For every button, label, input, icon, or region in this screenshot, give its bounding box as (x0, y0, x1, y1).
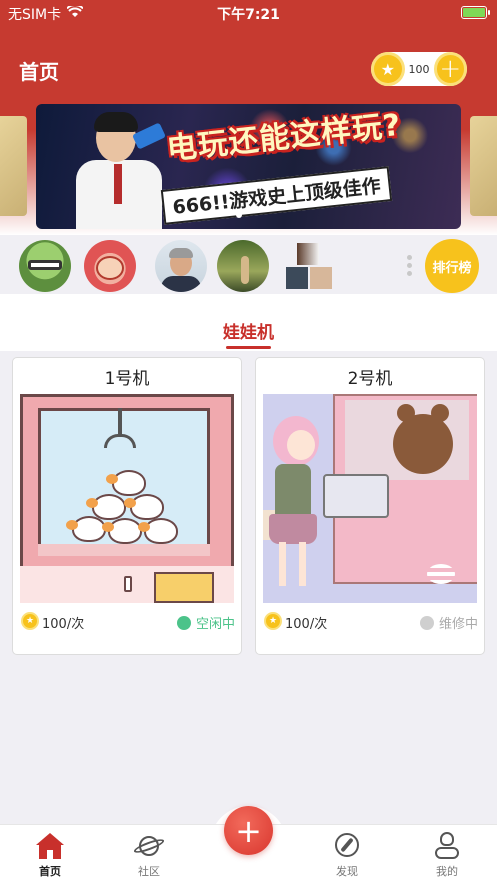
banner-next-peek[interactable] (470, 116, 497, 216)
tab-home[interactable]: 首页 (20, 831, 80, 879)
tab-community-label: 社区 (138, 865, 160, 878)
player-avatar[interactable] (217, 240, 269, 292)
player-avatar[interactable] (19, 240, 71, 292)
compass-icon (330, 831, 364, 861)
create-post-button[interactable]: + (224, 806, 273, 855)
machine-price: 100/次 (42, 617, 85, 632)
machine-name: 1号机 (104, 369, 150, 389)
status-dot-icon (419, 615, 434, 630)
tab-claw-machine[interactable]: 娃娃机 (0, 318, 497, 343)
category-tabs: 娃娃机 (0, 294, 497, 351)
user-icon (430, 831, 464, 861)
status-text: 空闲中 (195, 617, 235, 632)
banner-person (56, 112, 166, 229)
home-icon (33, 831, 67, 861)
player-avatar[interactable] (155, 240, 207, 292)
tab-home-label: 首页 (39, 865, 61, 878)
coin-icon: ★ (21, 612, 39, 630)
status-time: 下午7:21 (217, 7, 280, 23)
tab-underline (226, 346, 271, 349)
machine-footer: ★ 100/次 空闲中 (21, 610, 235, 632)
add-coins-button[interactable]: + (433, 52, 467, 86)
promo-banner[interactable]: 电玩还能这样玩? 666!!游戏史上顶级佳作 (36, 104, 461, 229)
battery-icon (461, 6, 490, 19)
coin-amount: 100 (408, 62, 430, 76)
status-text: 维修中 (438, 617, 478, 632)
plus-icon: + (235, 811, 262, 850)
machine-card[interactable]: 1号机 ★ 100/次 空闲中 (12, 357, 242, 655)
machine-image (263, 394, 477, 603)
machine-footer: ★ 100/次 维修中 (264, 610, 478, 632)
machine-card[interactable]: 2号机 ★ 100/次 维修中 (255, 357, 485, 655)
tab-profile-label: 我的 (436, 865, 458, 878)
planet-icon (132, 831, 166, 861)
coin-icon: ★ (264, 612, 282, 630)
tab-community[interactable]: 社区 (119, 831, 179, 879)
ranking-button[interactable]: 排行榜 (425, 239, 479, 293)
status-dot-icon (176, 615, 191, 630)
coin-balance[interactable]: ★ 100 + (371, 52, 467, 86)
coin-icon: ★ (371, 52, 405, 86)
machine-status: 空闲中 (176, 613, 235, 632)
tab-discover-label: 发现 (336, 865, 358, 878)
tab-profile[interactable]: 我的 (417, 831, 477, 879)
player-avatar-row: 排行榜 (0, 239, 497, 294)
machine-status: 维修中 (419, 613, 478, 632)
player-avatar[interactable] (84, 240, 136, 292)
machine-name: 2号机 (347, 369, 393, 389)
more-dots-icon[interactable] (407, 255, 412, 279)
status-bar: 无SIM卡 下午7:21 (0, 0, 497, 26)
player-avatar[interactable] (286, 243, 332, 289)
tab-discover[interactable]: 发现 (317, 831, 377, 879)
machine-price: 100/次 (285, 617, 328, 632)
machine-image (20, 394, 234, 603)
page-title: 首页 (19, 60, 59, 84)
banner-prev-peek[interactable] (0, 116, 27, 216)
banner-page-dot (236, 212, 242, 218)
